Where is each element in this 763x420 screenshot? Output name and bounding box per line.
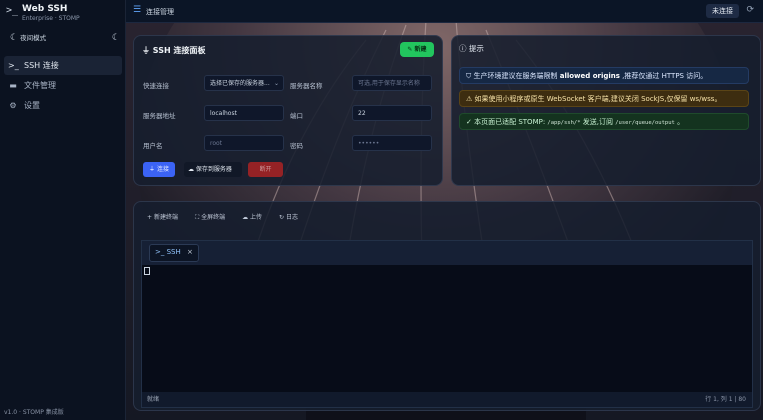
terminal-icon: >_ [6, 5, 19, 16]
sidebar-item-label: 设置 [24, 101, 40, 110]
log-button[interactable]: ↻ 日志 [279, 212, 298, 222]
password-input[interactable]: •••••• [352, 135, 432, 151]
saved-server-value: 选择已保存的服务器... [210, 80, 270, 87]
terminal-toolbar: + 新建终端 ⛶ 全屏终端 ☁ 上传 ↻ 日志 [147, 212, 298, 222]
username-input[interactable]: root [204, 135, 284, 151]
fullscreen-button[interactable]: ⛶ 全屏终端 [195, 212, 225, 222]
host-input[interactable]: localhost [204, 105, 284, 121]
sidebar: >_ Web SSH Enterprise · STOMP ☾ 夜间模式 ☾ >… [0, 0, 126, 420]
warning-icon: ⚠ [466, 95, 473, 103]
terminal-cursor [144, 267, 150, 275]
new-button-label: 新建 [414, 46, 427, 53]
close-icon[interactable]: × [187, 248, 193, 256]
toolbar-label: 新建终端 [153, 214, 178, 221]
refresh-icon[interactable]: ⟳ [746, 5, 754, 15]
password-label: 密码 [290, 142, 303, 150]
tip-info: ⛉ 生产环境建议在服务端限制 allowed origins ,推荐仅通过 HT… [459, 67, 749, 84]
terminal-status-bar: 就绪 行 1, 列 1 | 80 [142, 392, 752, 407]
ssh-connection-panel: ⏚ SSH 连接面板 ✎ 新建 快速连接 选择已保存的服务器... ⌄ 服务器名… [133, 35, 443, 186]
status-text: 就绪 [147, 396, 160, 403]
terminal-panel: + 新建终端 ⛶ 全屏终端 ☁ 上传 ↻ 日志 >_ SSH × 就绪 行 1,… [133, 201, 761, 411]
save-label: 保存到服务器 [195, 166, 232, 173]
top-bar: ☰ 连接管理 未连接 ⟳ [126, 0, 763, 23]
terminal-tab-label: SSH [166, 248, 181, 256]
shield-icon: ⛉ [466, 72, 472, 80]
saved-server-label: 快速连接 [143, 82, 169, 90]
upload-button[interactable]: ☁ 上传 [242, 212, 262, 222]
cursor-position: 行 1, 列 1 | 80 [705, 396, 746, 403]
gear-icon: ⚙ [9, 101, 17, 110]
brand: >_ Web SSH Enterprise · STOMP [6, 4, 80, 23]
tip-text: 。 [677, 118, 685, 126]
user-label: 用户名 [143, 142, 163, 150]
saved-server-select[interactable]: 选择已保存的服务器... ⌄ [204, 75, 284, 91]
sidebar-item-ssh[interactable]: >_ SSH 连接 [4, 56, 122, 75]
toolbar-label: 日志 [286, 214, 299, 221]
tip-text: 生产环境建议在服务端限制 [473, 72, 558, 80]
upload-icon: ☁ [242, 214, 249, 221]
tip-strong: allowed origins [559, 72, 620, 80]
moon-icon: ☾ [10, 33, 19, 43]
folder-icon: ▬ [9, 81, 17, 90]
terminal-screen[interactable] [142, 265, 752, 392]
tip-text: 如果使用小程序或原生 WebSocket 客户端,建议关闭 SockJS,仅保留… [474, 95, 722, 103]
connection-status-button[interactable]: 未连接 [706, 4, 739, 18]
sidebar-item-label: SSH 连接 [24, 61, 59, 70]
app-title: Web SSH [22, 4, 68, 14]
tip-code: /user/queue/output [615, 120, 675, 126]
sidebar-nav: >_ SSH 连接 ▬ 文件管理 ⚙ 设置 [4, 56, 122, 116]
history-icon: ↻ [279, 214, 285, 221]
save-server-button[interactable]: ☁ 保存到服务器 [184, 162, 242, 177]
terminal-icon: >_ [8, 61, 19, 70]
theme-label: ☾ 夜间模式 [10, 32, 46, 43]
tip-code: /app/ssh/* [547, 120, 581, 126]
tip-success: ✓ 本页面已适配 STOMP: /app/ssh/* 发送,订阅 /user/q… [459, 113, 749, 130]
menu-icon[interactable]: ☰ [133, 5, 141, 15]
tip-warning: ⚠ 如果使用小程序或原生 WebSocket 客户端,建议关闭 SockJS,仅… [459, 90, 749, 107]
tips-panel: ⓘ 提示 ⛉ 生产环境建议在服务端限制 allowed origins ,推荐仅… [451, 35, 761, 186]
tip-text: 本页面已适配 STOMP: [474, 118, 546, 126]
plus-icon: + [147, 214, 153, 221]
cloud-icon: ☁ [188, 166, 194, 173]
sidebar-item-files[interactable]: ▬ 文件管理 [4, 76, 122, 95]
theme-toggle[interactable]: ☾ 夜间模式 ☾ [10, 32, 120, 44]
plug-icon: ⏚ [149, 166, 156, 173]
new-terminal-button[interactable]: + 新建终端 [147, 212, 178, 222]
terminal-icon: >_ [155, 248, 165, 256]
tips-title: ⓘ 提示 [459, 43, 484, 54]
tip-text: ,推荐仅通过 HTTPS 访问。 [622, 72, 708, 80]
plug-icon: ⏚ [142, 46, 150, 55]
version-text: v1.0 · STOMP 集成版 [4, 409, 64, 416]
moon-icon[interactable]: ☾ [112, 33, 120, 43]
tips-title-text: 提示 [468, 44, 484, 53]
alias-input[interactable]: 可选,用于保存显示名称 [352, 75, 432, 91]
sidebar-item-settings[interactable]: ⚙ 设置 [4, 96, 122, 115]
disconnect-button[interactable]: 断开 [248, 162, 283, 177]
app-subtitle: Enterprise · STOMP [22, 15, 80, 22]
ssh-panel-title: ⏚ SSH 连接面板 [142, 45, 205, 56]
main-area: ☰ 连接管理 未连接 ⟳ ⏚ SSH 连接面板 ✎ 新建 快速连接 选择已保存的… [126, 0, 763, 420]
info-icon: ⓘ [459, 44, 467, 53]
ssh-panel-title-text: SSH 连接面板 [152, 46, 206, 55]
tip-text: 发送,订阅 [582, 118, 614, 126]
terminal-tab-bar: >_ SSH × [142, 241, 752, 265]
host-label: 服务器地址 [143, 112, 176, 120]
edit-icon: ✎ [407, 46, 413, 53]
terminal-tab-ssh[interactable]: >_ SSH × [149, 244, 199, 262]
page-title: 连接管理 [146, 8, 174, 16]
sidebar-item-label: 文件管理 [24, 81, 56, 90]
chevron-down-icon: ⌄ [273, 80, 279, 87]
terminal-container: >_ SSH × 就绪 行 1, 列 1 | 80 [141, 240, 753, 408]
port-input[interactable]: 22 [352, 105, 432, 121]
connect-label: 连接 [156, 166, 169, 173]
new-connection-button[interactable]: ✎ 新建 [400, 42, 434, 57]
theme-label-text: 夜间模式 [20, 34, 47, 42]
check-icon: ✓ [466, 118, 472, 126]
alias-label: 服务器名称 [290, 82, 323, 90]
connect-button[interactable]: ⏚ 连接 [143, 162, 175, 177]
toolbar-label: 上传 [250, 214, 263, 221]
fullscreen-icon: ⛶ [194, 214, 200, 221]
port-label: 端口 [290, 112, 303, 120]
toolbar-label: 全屏终端 [201, 214, 226, 221]
